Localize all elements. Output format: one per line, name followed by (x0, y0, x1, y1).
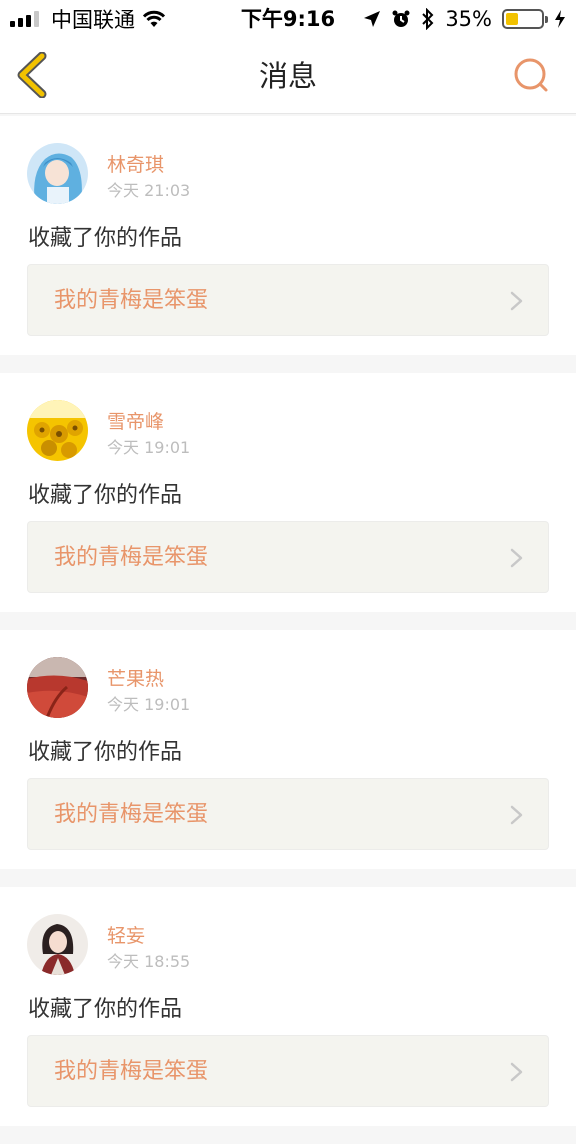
username[interactable]: 轻妄 (107, 921, 145, 948)
message-time: 今天 18:55 (107, 952, 191, 971)
back-button[interactable] (14, 51, 54, 99)
message-card: 轻妄 今天 18:55 收藏了你的作品 我的青梅是笨蛋 (0, 887, 576, 1126)
message-card: 雪帝峰 今天 19:01 收藏了你的作品 我的青梅是笨蛋 (0, 373, 576, 612)
username[interactable]: 林奇琪 (107, 150, 164, 177)
search-icon (514, 58, 548, 92)
anime-girl-blue-hair-avatar (27, 143, 88, 204)
work-title: 我的青梅是笨蛋 (54, 1059, 209, 1084)
work-title: 我的青梅是笨蛋 (54, 545, 209, 570)
location-arrow-icon (364, 11, 381, 27)
user-avatar[interactable] (27, 143, 88, 204)
status-right: 35% (363, 0, 566, 38)
message-list: 林奇琪 今天 21:03 收藏了你的作品 我的青梅是笨蛋 雪帝峰 今天 19:0… (0, 116, 576, 1144)
work-link[interactable]: 我的青梅是笨蛋 (27, 521, 549, 593)
battery-percent: 35% (445, 7, 492, 31)
user-avatar[interactable] (27, 914, 88, 975)
work-link[interactable]: 我的青梅是笨蛋 (27, 778, 549, 850)
wifi-icon (142, 10, 166, 27)
battery-fill (506, 13, 518, 25)
message-time: 今天 19:01 (107, 695, 191, 714)
message-card: 芒果热 今天 19:01 收藏了你的作品 我的青梅是笨蛋 (0, 630, 576, 869)
anime-character-dark-hair-avatar (27, 914, 88, 975)
chevron-right-icon (510, 548, 523, 568)
work-link[interactable]: 我的青梅是笨蛋 (27, 1035, 549, 1107)
chevron-right-icon (510, 1062, 523, 1082)
signal-strength-icon (10, 11, 39, 27)
user-avatar[interactable] (27, 657, 88, 718)
battery-icon (502, 9, 548, 29)
charging-bolt-icon (555, 10, 565, 28)
action-text: 收藏了你的作品 (28, 226, 183, 251)
username[interactable]: 雪帝峰 (107, 407, 164, 434)
bluetooth-icon (422, 8, 434, 30)
action-text: 收藏了你的作品 (28, 997, 183, 1022)
action-text: 收藏了你的作品 (28, 483, 183, 508)
action-text: 收藏了你的作品 (28, 740, 183, 765)
carrier-name: 中国联通 (51, 8, 135, 32)
message-time: 今天 21:03 (107, 181, 191, 200)
red-landscape-avatar (27, 657, 88, 718)
chevron-right-icon (510, 291, 523, 311)
message-card: 林奇琪 今天 21:03 收藏了你的作品 我的青梅是笨蛋 (0, 116, 576, 355)
message-time: 今天 19:01 (107, 438, 191, 457)
work-title: 我的青梅是笨蛋 (54, 288, 209, 313)
username[interactable]: 芒果热 (107, 664, 164, 691)
work-link[interactable]: 我的青梅是笨蛋 (27, 264, 549, 336)
search-button[interactable] (512, 56, 552, 96)
back-arrow-icon (17, 51, 47, 99)
status-left: 中国联通 (10, 0, 167, 38)
user-avatar[interactable] (27, 400, 88, 461)
navigation-bar: 消息 (0, 38, 576, 114)
work-title: 我的青梅是笨蛋 (54, 802, 209, 827)
status-bar: 中国联通 下午9:16 35% (0, 0, 576, 38)
chevron-right-icon (510, 805, 523, 825)
page-title: 消息 (258, 59, 317, 93)
sunflower-avatar (27, 400, 88, 461)
alarm-clock-icon (392, 10, 410, 27)
